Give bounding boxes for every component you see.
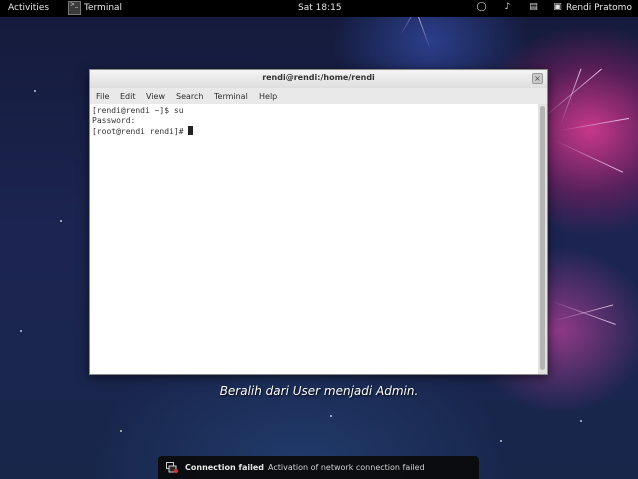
terminal-output[interactable]: [rendi@rendi ~]$ su Password: [root@rend… [90,104,538,374]
caption-text: Beralih dari User menjadi Admin. [219,384,419,398]
menu-file[interactable]: File [96,92,109,101]
notification-title: Connection failed [185,463,264,472]
top-bar: Activities Terminal Sat 18:15 ◯ ♪ ▤ ▣ Re… [0,0,638,17]
firework-ray [554,140,623,173]
user-menu[interactable]: Rendi Pratomo [566,3,632,13]
terminal-prompt-line: [root@rendi rendi]# [92,126,194,137]
clock[interactable]: Sat 18:15 [298,3,342,13]
terminal-line: Password: [92,116,136,125]
terminal-prompt: [root@rendi rendi]# [92,127,189,136]
star [500,440,502,442]
terminal-window: rendi@rendi:/home/rendi × File Edit View… [89,69,548,375]
text-cursor [188,126,194,135]
terminal-app-icon[interactable] [68,1,81,15]
menu-help[interactable]: Help [259,92,277,101]
app-menu-button[interactable]: Terminal [84,3,122,13]
notification-banner[interactable]: Connection failed Activation of network … [158,456,479,479]
firework-ray [560,68,582,126]
activities-button[interactable]: Activities [8,3,49,13]
menu-terminal[interactable]: Terminal [214,92,248,101]
star [580,420,582,422]
window-titlebar[interactable]: rendi@rendi:/home/rendi × [90,70,547,88]
star [330,415,332,417]
volume-icon[interactable]: ♪ [502,2,513,13]
firework-ray [555,304,614,321]
network-error-icon [166,462,178,473]
terminal-line: [rendi@rendi ~]$ su [92,106,184,115]
scrollbar-thumb[interactable] [540,106,545,370]
notification-body: Activation of network connection failed [268,463,425,472]
accessibility-icon[interactable]: ◯ [476,2,487,13]
close-icon[interactable]: × [532,73,543,84]
menu-view[interactable]: View [146,92,165,101]
network-icon[interactable]: ▤ [528,2,539,13]
window-title: rendi@rendi:/home/rendi [262,73,375,82]
menu-search[interactable]: Search [176,92,203,101]
menu-edit[interactable]: Edit [120,92,136,101]
menu-bar: File Edit View Search Terminal Help [90,89,547,104]
star [60,220,62,222]
star [120,430,122,432]
scrollbar[interactable] [538,104,547,374]
star [20,330,22,332]
user-icon[interactable]: ▣ [552,2,563,13]
firework-ray [560,117,630,131]
star [34,90,36,92]
